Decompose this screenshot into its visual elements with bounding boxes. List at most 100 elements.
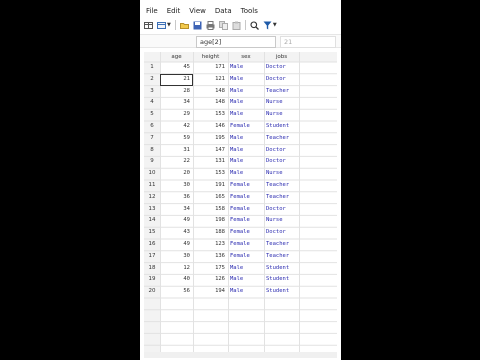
table-cell[interactable]: Female bbox=[228, 180, 264, 192]
row-number[interactable]: 19 bbox=[144, 274, 160, 286]
table-cell[interactable]: Doctor bbox=[264, 74, 299, 86]
table-cell[interactable]: Student bbox=[264, 121, 299, 133]
row-number[interactable]: 11 bbox=[144, 180, 160, 192]
table-cell[interactable]: 59 bbox=[160, 133, 193, 145]
table-cell[interactable]: 191 bbox=[193, 180, 228, 192]
row-number[interactable]: 2 bbox=[144, 74, 160, 86]
table-cell[interactable]: 121 bbox=[193, 74, 228, 86]
table-cell[interactable]: 49 bbox=[160, 239, 193, 251]
table-cell[interactable]: Male bbox=[228, 286, 264, 298]
chevron-down-icon[interactable]: ▼ bbox=[167, 22, 171, 28]
menu-data[interactable]: Data bbox=[215, 4, 232, 18]
table-cell[interactable]: 171 bbox=[193, 62, 228, 74]
table-cell[interactable]: 20 bbox=[160, 168, 193, 180]
table-cell[interactable]: Teacher bbox=[264, 192, 299, 204]
table-cell[interactable]: Male bbox=[228, 62, 264, 74]
row-number[interactable]: 17 bbox=[144, 251, 160, 263]
table-cell[interactable]: Teacher bbox=[264, 251, 299, 263]
table-cell[interactable]: 49 bbox=[160, 215, 193, 227]
table-cell[interactable]: 195 bbox=[193, 133, 228, 145]
table-cell[interactable]: 56 bbox=[160, 286, 193, 298]
column-header-height[interactable]: height bbox=[193, 52, 228, 62]
table-cell[interactable]: Male bbox=[228, 156, 264, 168]
table-cell[interactable]: Doctor bbox=[264, 156, 299, 168]
table-cell[interactable]: Male bbox=[228, 109, 264, 121]
table-cell[interactable]: Male bbox=[228, 274, 264, 286]
table-cell[interactable]: Male bbox=[228, 145, 264, 157]
table-cell[interactable]: Nurse bbox=[264, 215, 299, 227]
table-cell[interactable]: 34 bbox=[160, 97, 193, 109]
table-cell[interactable]: Doctor bbox=[264, 62, 299, 74]
table-cell[interactable]: 148 bbox=[193, 86, 228, 98]
table-cell[interactable]: Female bbox=[228, 215, 264, 227]
column-header-jobs[interactable]: jobs bbox=[264, 52, 299, 62]
table-view-icon[interactable] bbox=[144, 21, 153, 30]
table-cell[interactable]: Male bbox=[228, 133, 264, 145]
table-cell[interactable]: 21 bbox=[160, 74, 193, 86]
table-cell[interactable]: Nurse bbox=[264, 97, 299, 109]
table-cell[interactable]: Nurse bbox=[264, 168, 299, 180]
cell-reference-field[interactable]: age[2] bbox=[196, 36, 276, 48]
table-cell[interactable]: Female bbox=[228, 251, 264, 263]
table-cell[interactable]: 153 bbox=[193, 109, 228, 121]
table-cell[interactable]: Male bbox=[228, 86, 264, 98]
table-cell[interactable]: Female bbox=[228, 192, 264, 204]
table-cell[interactable]: 34 bbox=[160, 204, 193, 216]
table-cell[interactable]: 42 bbox=[160, 121, 193, 133]
table-cell[interactable]: Male bbox=[228, 74, 264, 86]
table-cell[interactable]: 28 bbox=[160, 86, 193, 98]
open-folder-icon[interactable] bbox=[179, 21, 189, 30]
table-cell[interactable]: 131 bbox=[193, 156, 228, 168]
row-number[interactable]: 5 bbox=[144, 109, 160, 121]
horizontal-scrollbar[interactable] bbox=[144, 352, 337, 358]
table-cell[interactable]: 153 bbox=[193, 168, 228, 180]
table-cell[interactable]: Male bbox=[228, 97, 264, 109]
menu-view[interactable]: View bbox=[189, 4, 206, 18]
column-header-age[interactable]: age bbox=[160, 52, 193, 62]
table-cell[interactable]: Student bbox=[264, 263, 299, 275]
table-cell[interactable]: Female bbox=[228, 204, 264, 216]
table-cell[interactable]: 31 bbox=[160, 145, 193, 157]
table-cell[interactable]: Female bbox=[228, 239, 264, 251]
print-icon[interactable] bbox=[206, 20, 215, 30]
table-cell[interactable]: 146 bbox=[193, 121, 228, 133]
table-cell[interactable]: 12 bbox=[160, 263, 193, 275]
search-icon[interactable] bbox=[250, 20, 259, 30]
row-number[interactable]: 14 bbox=[144, 215, 160, 227]
table-cell[interactable]: 158 bbox=[193, 204, 228, 216]
table-cell[interactable]: Teacher bbox=[264, 239, 299, 251]
table-cell[interactable]: Doctor bbox=[264, 145, 299, 157]
table-cell[interactable]: Male bbox=[228, 168, 264, 180]
table-cell[interactable]: 188 bbox=[193, 227, 228, 239]
table-cell[interactable]: 175 bbox=[193, 263, 228, 275]
table-cell[interactable]: 43 bbox=[160, 227, 193, 239]
row-number[interactable]: 20 bbox=[144, 286, 160, 298]
row-number[interactable]: 3 bbox=[144, 86, 160, 98]
table-cell[interactable]: Doctor bbox=[264, 227, 299, 239]
row-number[interactable]: 6 bbox=[144, 121, 160, 133]
table-cell[interactable]: 29 bbox=[160, 109, 193, 121]
table-cell[interactable]: Student bbox=[264, 274, 299, 286]
filter-icon[interactable] bbox=[263, 21, 272, 30]
row-number[interactable]: 1 bbox=[144, 62, 160, 74]
table-cell[interactable]: 123 bbox=[193, 239, 228, 251]
table-cell[interactable]: Teacher bbox=[264, 180, 299, 192]
table-cell[interactable]: 147 bbox=[193, 145, 228, 157]
row-number[interactable]: 13 bbox=[144, 204, 160, 216]
table-cell[interactable]: Teacher bbox=[264, 86, 299, 98]
table-cell[interactable]: 30 bbox=[160, 251, 193, 263]
table-cell[interactable]: 36 bbox=[160, 192, 193, 204]
table-cell[interactable]: 126 bbox=[193, 274, 228, 286]
variables-view-icon[interactable] bbox=[157, 21, 166, 30]
row-number[interactable]: 9 bbox=[144, 156, 160, 168]
table-cell[interactable]: Female bbox=[228, 227, 264, 239]
row-number[interactable]: 10 bbox=[144, 168, 160, 180]
save-icon[interactable] bbox=[193, 21, 202, 30]
table-cell[interactable]: Nurse bbox=[264, 109, 299, 121]
row-number[interactable]: 8 bbox=[144, 145, 160, 157]
paste-icon[interactable] bbox=[232, 21, 241, 30]
data-grid[interactable]: age height sex jobs 1 45 171 Male Doctor 2 21 1… bbox=[144, 52, 337, 352]
table-cell[interactable]: Female bbox=[228, 121, 264, 133]
table-cell[interactable]: Male bbox=[228, 263, 264, 275]
table-cell[interactable]: 194 bbox=[193, 286, 228, 298]
